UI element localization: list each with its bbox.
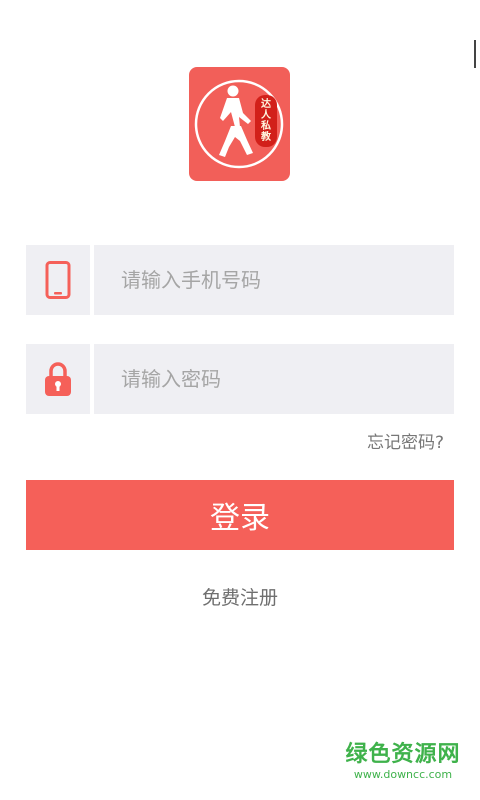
watermark-url: www.downcc.com — [353, 768, 453, 781]
watermark-title: 绿色资源网 — [345, 742, 461, 767]
logo-seal-char: 教 — [261, 132, 271, 143]
scroll-edge-indicator — [474, 40, 476, 68]
phone-icon — [45, 261, 71, 299]
phone-field-icon-box — [26, 245, 90, 315]
app-logo: 达 人 私 教 — [189, 67, 290, 181]
password-field-icon-box — [26, 344, 90, 414]
password-input[interactable] — [94, 344, 454, 414]
logo-seal: 达 人 私 教 — [255, 95, 277, 147]
logo-seal-char: 人 — [261, 110, 271, 121]
forgot-password-link[interactable]: 忘记密码? — [367, 428, 444, 453]
lock-icon — [45, 362, 71, 396]
register-link[interactable]: 免费注册 — [0, 583, 480, 610]
logo-seal-char: 达 — [261, 99, 271, 110]
login-button[interactable]: 登录 — [26, 480, 454, 550]
phone-number-input[interactable] — [94, 245, 454, 315]
site-watermark: 绿色资源网 www.downcc.com — [344, 742, 462, 782]
logo-seal-char: 私 — [261, 121, 271, 132]
